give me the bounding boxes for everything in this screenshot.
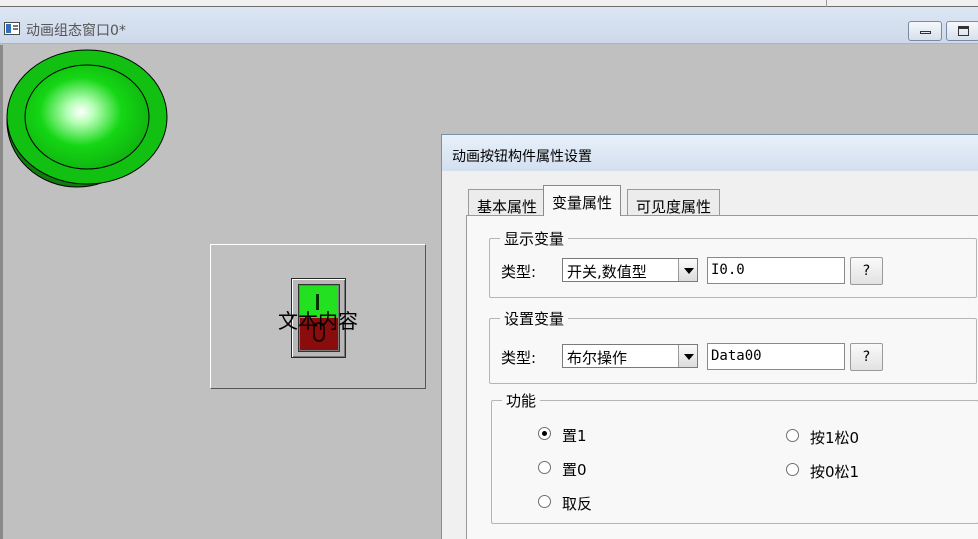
radio-icon [786, 463, 799, 476]
type-label: 类型: [501, 263, 537, 281]
radio-label: 按1松0 [810, 429, 860, 447]
display-variable-browse-button[interactable]: ? [850, 257, 883, 285]
dialog-body: 基本属性 变量属性 可见度属性 显示变量 类型: 开关,数值型 I0.0 ? 设… [442, 171, 978, 539]
window-icon [4, 22, 20, 35]
function-group: 功能 置1 置0 取反 按1松0 按0松1 [491, 390, 978, 524]
radio-label: 置1 [562, 427, 587, 445]
dialog-titlebar[interactable]: 动画按钮构件属性设置 [442, 135, 978, 171]
tab-visibility-properties[interactable]: 可见度属性 [627, 189, 721, 216]
tab-panel: 显示变量 类型: 开关,数值型 I0.0 ? 设置变量 类型: 布尔操作 Dat… [466, 215, 978, 539]
select-value: 布尔操作 [567, 349, 628, 367]
tab-variable-properties[interactable]: 变量属性 [543, 185, 622, 216]
radio-icon [538, 461, 551, 474]
tab-basic-properties[interactable]: 基本属性 [468, 189, 547, 216]
radio-label: 按0松1 [810, 463, 860, 481]
set-variable-browse-button[interactable]: ? [850, 343, 883, 371]
top-strip [0, 0, 978, 7]
group-label: 显示变量 [500, 228, 569, 249]
group-label: 设置变量 [500, 308, 569, 329]
radio-icon [538, 427, 551, 440]
window-title: 动画组态窗口0* [26, 23, 126, 39]
button-text: 文本内容 [278, 309, 358, 333]
divider [826, 0, 827, 7]
restore-icon [958, 26, 969, 36]
radio-label: 取反 [562, 495, 593, 513]
set-type-select[interactable]: 布尔操作 [562, 344, 698, 368]
display-variable-group: 显示变量 类型: 开关,数值型 I0.0 ? [489, 228, 977, 298]
animated-button-component[interactable]: 文本内容 [210, 244, 426, 389]
green-lamp-indicator[interactable] [5, 47, 169, 189]
set-variable-input[interactable]: Data00 [707, 343, 845, 370]
display-type-select[interactable]: 开关,数值型 [562, 258, 698, 282]
property-dialog: 动画按钮构件属性设置 基本属性 变量属性 可见度属性 显示变量 类型: 开关,数… [441, 134, 978, 539]
set-variable-group: 设置变量 类型: 布尔操作 Data00 ? [489, 308, 977, 384]
minimize-button[interactable] [908, 21, 942, 41]
radio-label: 置0 [562, 461, 587, 479]
display-variable-input[interactable]: I0.0 [707, 257, 845, 284]
minimize-icon [920, 31, 931, 34]
restore-button[interactable] [946, 21, 978, 41]
chevron-down-icon[interactable] [678, 345, 697, 367]
group-label: 功能 [502, 390, 541, 411]
window-titlebar[interactable]: 动画组态窗口0* [0, 7, 978, 44]
radio-icon [538, 495, 551, 508]
chevron-down-icon[interactable] [678, 259, 697, 281]
type-label: 类型: [501, 349, 537, 367]
lamp-lens [24, 64, 150, 170]
dialog-title: 动画按钮构件属性设置 [452, 149, 592, 165]
radio-icon [786, 429, 799, 442]
select-value: 开关,数值型 [567, 263, 647, 281]
